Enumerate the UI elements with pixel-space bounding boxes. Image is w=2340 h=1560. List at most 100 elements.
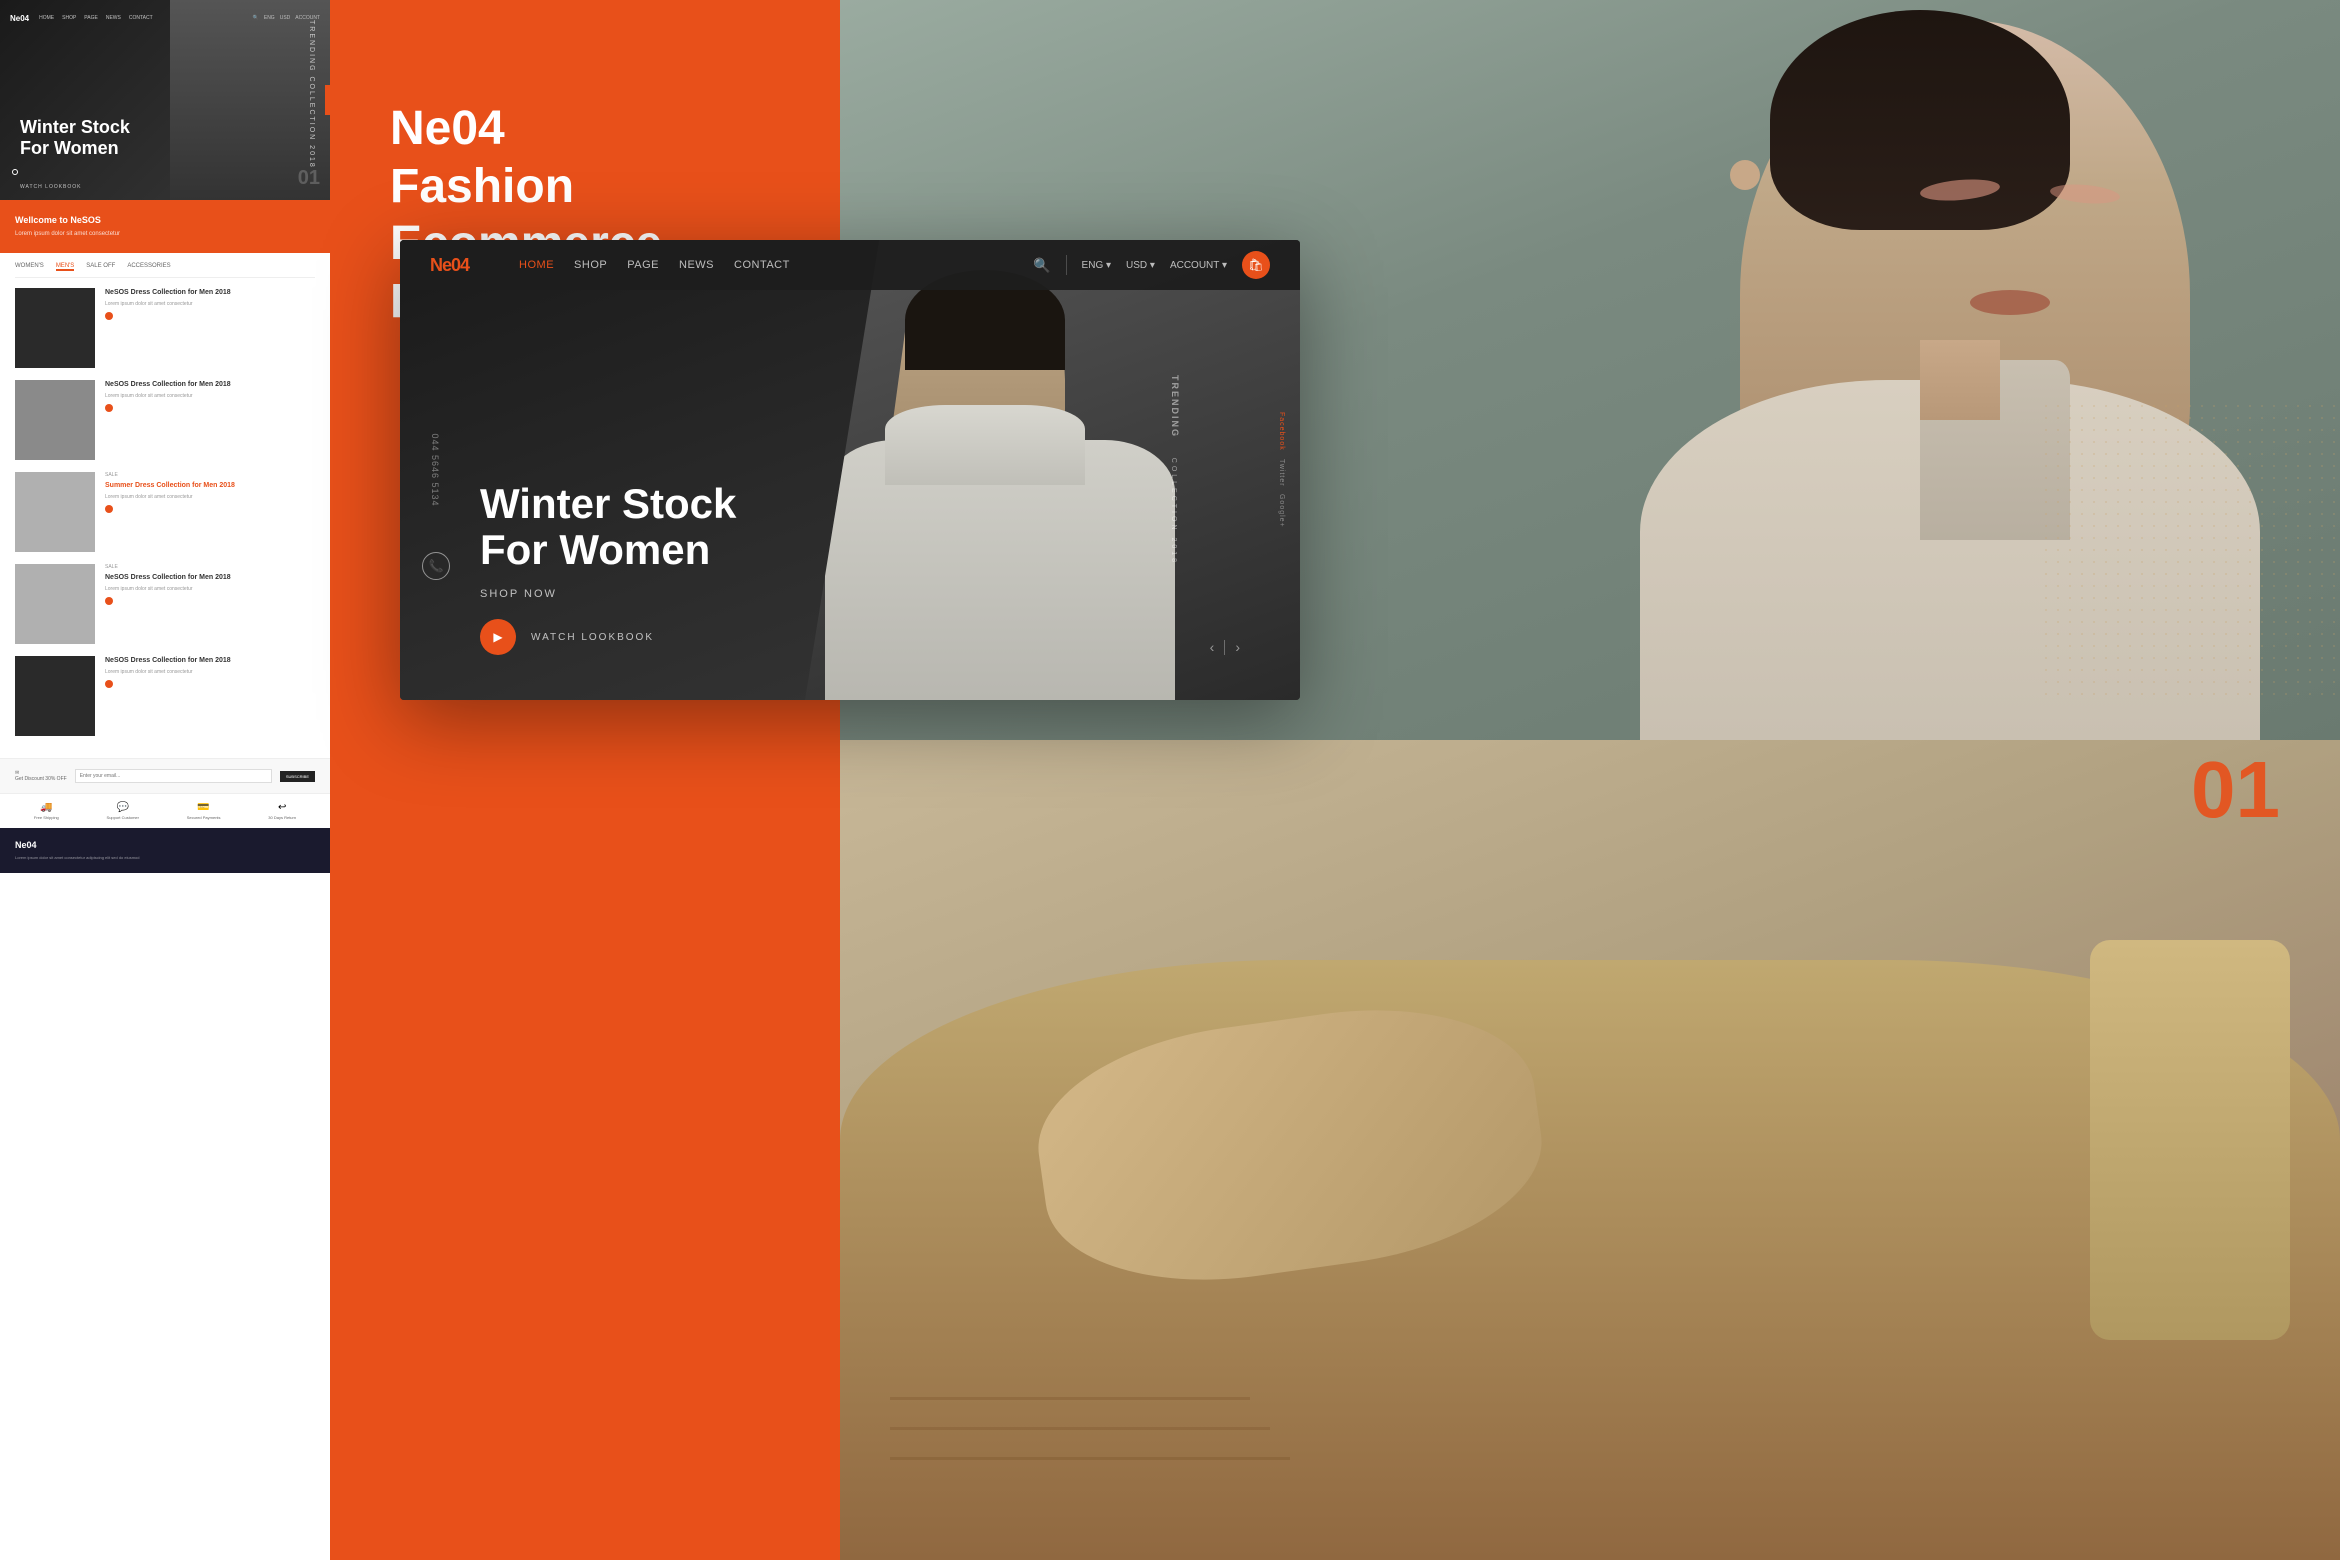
lp-newsletter: ✉ Get Discount 30% OFF SUBSCRIBE: [0, 758, 330, 793]
woman-top-hair: [1770, 10, 2070, 230]
right-bottom-photo: [840, 740, 2340, 1560]
lp-watch-label[interactable]: WATCH LOOKBOOK: [20, 184, 82, 190]
phone-icon: 📞: [422, 552, 450, 580]
mockup-hero-content: Winter Stock For Women SHOP NOW: [480, 481, 736, 600]
dot-pattern: [2040, 400, 2340, 700]
lp-slide-number: 01: [298, 167, 320, 190]
search-icon[interactable]: 🔍: [1033, 257, 1050, 274]
social-facebook[interactable]: Facebook: [1278, 412, 1285, 451]
product-info-4: SALE NeSOS Dress Collection for Men 2018…: [105, 564, 315, 605]
product-desc-3: Lorem ipsum dolor sit amet consectetur: [105, 494, 315, 501]
product-label-3: SALE: [105, 472, 315, 478]
tab-womens[interactable]: WOMEN'S: [15, 263, 44, 271]
mockup-watch-lookbook: ▶ WATCH LOOKBOOK: [480, 619, 654, 655]
nav-link-home[interactable]: HOME: [519, 259, 554, 271]
lang-selector[interactable]: ENG ▾: [1082, 260, 1111, 271]
lp-usd[interactable]: USD: [280, 15, 291, 21]
shop-now-button[interactable]: SHOP NOW: [480, 588, 736, 600]
lp-footer-logo: Ne04: [15, 840, 315, 850]
social-twitter[interactable]: Twitter: [1278, 459, 1285, 487]
mockup-logo: Ne04: [430, 255, 469, 276]
product-dot-1: [105, 312, 113, 320]
lp-footer-desc: Lorem ipsum dolor sit amet consectetur a…: [15, 855, 315, 861]
lp-logo: Ne04: [10, 14, 29, 23]
next-arrow[interactable]: ›: [1235, 639, 1240, 655]
currency-selector[interactable]: USD ▾: [1126, 260, 1155, 271]
mockup-pagination: ‹ ›: [1210, 639, 1240, 655]
product-title-3: Summer Dress Collection for Men 2018: [105, 481, 315, 490]
product-row-4: SALE NeSOS Dress Collection for Men 2018…: [15, 564, 315, 644]
product-img-5: [15, 656, 95, 736]
product-desc-4: Lorem ipsum dolor sit amet consectetur: [105, 586, 315, 593]
product-info-1: NeSOS Dress Collection for Men 2018 Lore…: [105, 288, 315, 320]
lp-search-icon[interactable]: 🔍: [253, 15, 259, 21]
hero-title-line2: For Women: [480, 526, 710, 573]
play-button[interactable]: ▶: [480, 619, 516, 655]
mockup-nav-links: HOME SHOP PAGE NEWS CONTACT: [519, 259, 790, 271]
prev-arrow[interactable]: ‹: [1210, 639, 1215, 655]
lp-footer-services: 🚚 Free Shipping 💬 Support Customer 💳 Sec…: [0, 793, 330, 828]
payments-icon: 💳: [187, 802, 221, 813]
service-support: 💬 Support Customer: [107, 802, 139, 820]
tab-accessories[interactable]: ACCESSORIES: [127, 263, 170, 271]
woman-lips: [1970, 290, 2050, 315]
product-title-1: NeSOS Dress Collection for Men 2018: [105, 288, 315, 297]
product-info-5: NeSOS Dress Collection for Men 2018 Lore…: [105, 656, 315, 688]
lp-nav-shop[interactable]: SHOP: [62, 15, 76, 21]
left-panel: Ne04 HOME SHOP PAGE NEWS CONTACT 🔍 ENG U…: [0, 0, 330, 1560]
product-info-3: SALE Summer Dress Collection for Men 201…: [105, 472, 315, 513]
lp-watch: WATCH LOOKBOOK: [20, 184, 82, 190]
woman-neck: [1920, 340, 2000, 420]
trending-label: TRENDING: [1170, 375, 1180, 438]
newsletter-email-input[interactable]: [75, 769, 272, 783]
nav-divider: [1066, 255, 1067, 275]
service-return: ↩ 30 Days Return: [268, 802, 296, 820]
product-row-2: NeSOS Dress Collection for Men 2018 Lore…: [15, 380, 315, 460]
shipping-icon: 🚚: [34, 802, 59, 813]
nav-link-news[interactable]: NEWS: [679, 259, 714, 271]
lp-shop-tabs: WOMEN'S MEN'S SALE OFF ACCESSORIES: [15, 263, 315, 278]
lp-orange-title: Wellcome to NeSOS: [15, 215, 315, 225]
newsletter-subscribe-button[interactable]: SUBSCRIBE: [280, 771, 315, 782]
product-img-1: [15, 288, 95, 368]
hero-title-line1: Winter Stock: [480, 480, 736, 527]
mockup-logo-text: Ne: [430, 255, 451, 275]
nav-link-shop[interactable]: SHOP: [574, 259, 607, 271]
lp-nav-home[interactable]: HOME: [39, 15, 54, 21]
lp-orange-section: Wellcome to NeSOS Lorem ipsum dolor sit …: [0, 200, 330, 253]
lp-hero-badge: TRENDING COLLECTION 2018: [308, 20, 315, 169]
payments-label: Secured Payments: [187, 815, 221, 820]
service-payments: 💳 Secured Payments: [187, 802, 221, 820]
right-panel: 01: [840, 0, 2340, 1560]
knit-line-1: [890, 1457, 1290, 1460]
woman-ear: [1730, 160, 1760, 190]
mockup-nav: Ne04 HOME SHOP PAGE NEWS CONTACT 🔍 ENG ▾…: [400, 240, 1300, 290]
mockup-phone: 044 5646 5134: [430, 433, 440, 506]
lp-hero: Ne04 HOME SHOP PAGE NEWS CONTACT 🔍 ENG U…: [0, 0, 330, 200]
social-google[interactable]: Google+: [1278, 494, 1285, 528]
product-title-2: NeSOS Dress Collection for Men 2018: [105, 380, 315, 389]
slide-number-right: 01: [2191, 750, 2280, 830]
lp-nav-page[interactable]: PAGE: [84, 15, 98, 21]
nav-link-contact[interactable]: CONTACT: [734, 259, 790, 271]
nav-link-page[interactable]: PAGE: [627, 259, 659, 271]
shipping-label: Free Shipping: [34, 815, 59, 820]
product-desc-5: Lorem ipsum dolor sit amet consectetur: [105, 669, 315, 676]
tab-mens[interactable]: MEN'S: [56, 263, 74, 271]
product-title-5: NeSOS Dress Collection for Men 2018: [105, 656, 315, 665]
watch-lookbook-label: WATCH LOOKBOOK: [531, 632, 654, 643]
mockup-trending: TRENDING COLLECTION 2018: [1170, 375, 1180, 565]
account-link[interactable]: ACCOUNT ▾: [1170, 260, 1227, 271]
lp-lang[interactable]: ENG: [264, 15, 275, 21]
lp-hero-nav: Ne04 HOME SHOP PAGE NEWS CONTACT 🔍 ENG U…: [0, 8, 330, 28]
cart-button[interactable]: 🛍: [1242, 251, 1270, 279]
product-info-2: NeSOS Dress Collection for Men 2018 Lore…: [105, 380, 315, 412]
lp-hero-title: Winter Stock For Women: [20, 117, 130, 160]
lp-nav-contact[interactable]: CONTACT: [129, 15, 153, 21]
tab-saleoff[interactable]: SALE OFF: [86, 263, 115, 271]
hero-figure: [805, 240, 1300, 700]
hero-collar: [885, 405, 1085, 485]
product-img-4: [15, 564, 95, 644]
lp-nav-news[interactable]: NEWS: [106, 15, 121, 21]
return-icon: ↩: [268, 802, 296, 813]
